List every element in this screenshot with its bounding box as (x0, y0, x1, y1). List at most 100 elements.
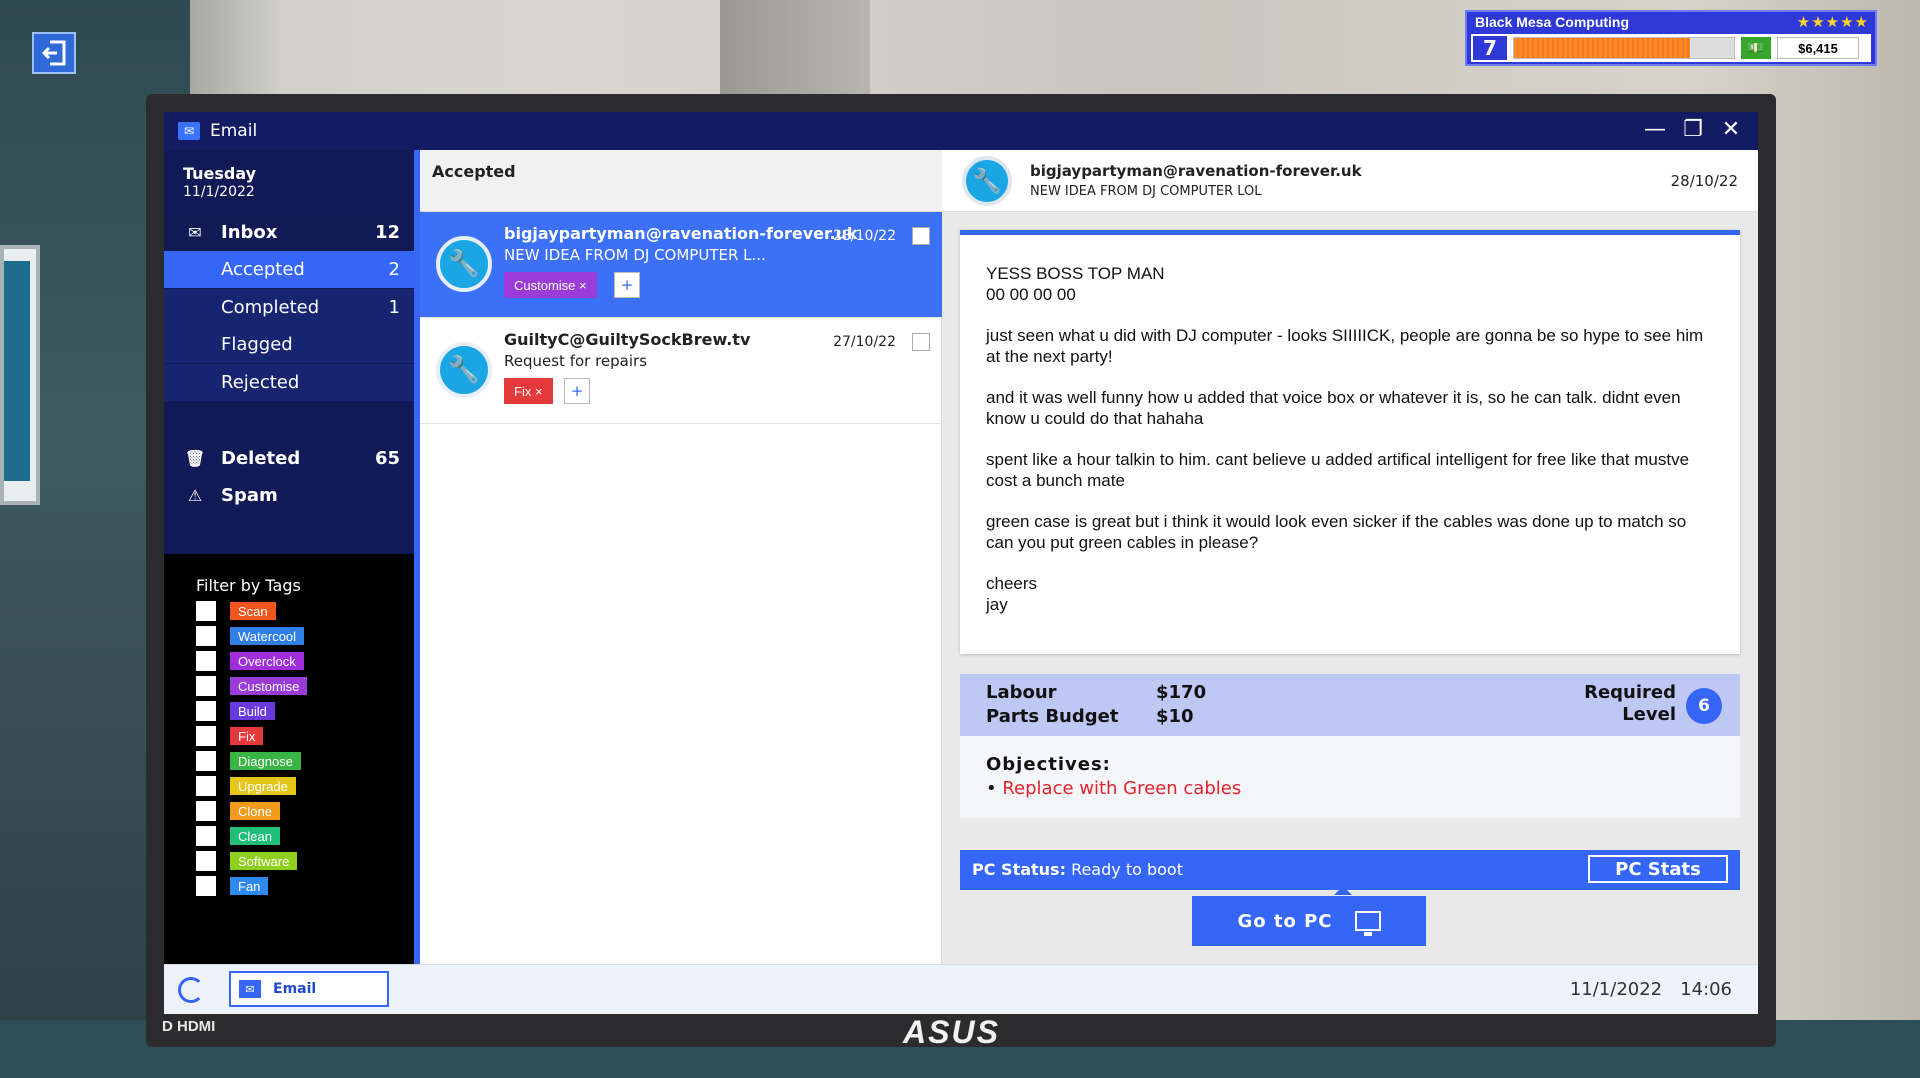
tag-checkbox[interactable] (196, 726, 216, 746)
taskbar-email-button[interactable]: ✉ Email (229, 971, 389, 1007)
cash-icon: 💵 (1741, 37, 1771, 59)
tag-chip-diagnose: Diagnose (230, 752, 301, 770)
body-paragraph: and it was well funny how u added that v… (986, 388, 1681, 428)
body-paragraph: cheers jay (986, 574, 1038, 614)
tag-chip-overclock: Overclock (230, 652, 304, 670)
tag-filter-row[interactable]: Upgrade (196, 775, 296, 797)
taskbar-time: 14:06 (1680, 979, 1732, 1000)
minimize-button[interactable]: — (1640, 117, 1670, 142)
tag-checkbox[interactable] (196, 626, 216, 646)
pc-status-bar: PC Status: Ready to boot PC Stats (960, 850, 1740, 890)
tag-filter-row[interactable]: Watercool (196, 625, 305, 647)
window-title: Email (210, 121, 258, 141)
message-checkbox[interactable] (912, 227, 930, 245)
message-body: YESS BOSS TOP MAN 00 00 00 00 just seen … (960, 230, 1740, 654)
tag-filter-row[interactable]: Clone (196, 800, 280, 822)
body-paragraph: just seen what u did with DJ computer - … (986, 326, 1704, 366)
player-level: 7 (1473, 36, 1507, 60)
exit-icon[interactable] (32, 32, 76, 74)
tag-filter-row[interactable]: Clean (196, 825, 280, 847)
company-name: Black Mesa Computing (1475, 14, 1630, 30)
objectives-box: Objectives: Replace with Green cables (960, 736, 1740, 818)
tag-chip-build: Build (230, 702, 275, 720)
body-paragraph: green case is great but i think it would… (986, 512, 1687, 552)
body-paragraph: spent like a hour talkin to him. cant be… (986, 450, 1690, 490)
tag-filter-row[interactable]: Overclock (196, 650, 304, 672)
sidebar-item-spam[interactable]: ⚠ Spam (164, 477, 414, 514)
level-label-text: Level (1622, 704, 1676, 725)
objective-item: Replace with Green cables (986, 778, 1241, 799)
sidebar-item-inbox[interactable]: ✉ Inbox 12 (164, 214, 414, 251)
message-sender: bigjaypartyman@ravenation-forever.uk (504, 224, 858, 243)
folder-label: Completed (221, 297, 320, 318)
close-button[interactable]: ✕ (1716, 117, 1746, 142)
tag-checkbox[interactable] (196, 701, 216, 721)
tag-filter-row[interactable]: Build (196, 700, 275, 722)
tag-filter-row[interactable]: Diagnose (196, 750, 301, 772)
start-icon[interactable] (178, 977, 204, 1003)
xp-bar (1513, 37, 1735, 59)
hud-row: 7 💵 $6,415 (1471, 34, 1871, 62)
message-checkbox[interactable] (912, 333, 930, 351)
rating-stars-icon: ★★★★★ (1796, 13, 1869, 31)
message-subject: NEW IDEA FROM DJ COMPUTER L... (504, 246, 766, 264)
tag-chip-customise[interactable]: Customise × (504, 272, 597, 298)
add-tag-button[interactable]: + (614, 272, 640, 298)
folder-count: 2 (388, 259, 400, 280)
tag-chip-fix[interactable]: Fix × (504, 378, 553, 404)
go-to-pc-button[interactable]: Go to PC (1192, 896, 1426, 946)
tag-checkbox[interactable] (196, 851, 216, 871)
taskbar-date: 11/1/2022 (1569, 979, 1663, 1000)
date-header: Tuesday 11/1/2022 (164, 150, 414, 214)
taskbar-clock: 11/1/2022 14:06 (1570, 979, 1732, 1000)
required-level-badge: 6 (1686, 688, 1722, 724)
tag-checkbox[interactable] (196, 601, 216, 621)
tag-chip-clean: Clean (230, 827, 280, 845)
tag-checkbox[interactable] (196, 676, 216, 696)
parts-budget-value: $10 (1156, 706, 1194, 727)
taskbar: ✉ Email 11/1/2022 14:06 (164, 964, 1758, 1014)
tag-checkbox[interactable] (196, 801, 216, 821)
folder-label: Spam (221, 485, 278, 506)
tag-filter-row[interactable]: Software (196, 850, 298, 872)
asus-logo: ASUS (903, 1014, 1000, 1050)
tag-checkbox[interactable] (196, 776, 216, 796)
xp-bar-fill (1514, 38, 1690, 58)
monitor-icon (1354, 911, 1381, 936)
folder-label: Rejected (221, 372, 300, 393)
message-sender: GuiltyC@GuiltySockBrew.tv (504, 330, 751, 349)
message-date: 28/10/22 (833, 228, 896, 244)
sidebar-item-rejected[interactable]: Rejected (164, 364, 414, 401)
add-tag-button[interactable]: + (564, 378, 590, 404)
folder-count: 65 (374, 448, 400, 469)
list-item[interactable]: 🔧 GuiltyC@GuiltySockBrew.tv Request for … (420, 318, 942, 424)
pc-stats-button[interactable]: PC Stats (1588, 855, 1728, 883)
go-to-pc-label: Go to PC (1237, 910, 1333, 932)
sidebar-item-accepted[interactable]: Accepted 2 (164, 251, 414, 288)
tag-checkbox[interactable] (196, 651, 216, 671)
trash-icon: 🗑 (184, 449, 206, 468)
tag-chip-watercool: Watercool (230, 627, 305, 645)
money-balance: $6,415 (1777, 37, 1859, 59)
required-label-text: Required (1584, 682, 1676, 703)
sidebar-item-deleted[interactable]: 🗑 Deleted 65 (164, 440, 414, 477)
tag-checkbox[interactable] (196, 826, 216, 846)
message-list: Accepted 🔧 bigjaypartyman@ravenation-for… (414, 150, 942, 964)
tag-checkbox[interactable] (196, 876, 216, 896)
tag-chip-clone: Clone (230, 802, 280, 820)
tag-checkbox[interactable] (196, 751, 216, 771)
email-icon: ✉ (178, 122, 200, 140)
body-paragraph: YESS BOSS TOP MAN 00 00 00 00 (986, 264, 1165, 304)
email-app-window: ✉ Email — ❐ ✕ Tuesday 11/1/2022 ✉ Inbox … (164, 112, 1758, 1014)
sidebar-item-flagged[interactable]: Flagged (164, 326, 414, 363)
folder-label: Inbox (221, 222, 278, 243)
list-item[interactable]: 🔧 bigjaypartyman@ravenation-forever.uk N… (420, 212, 942, 318)
tag-filter-row[interactable]: Scan (196, 600, 276, 622)
sidebar-item-completed[interactable]: Completed 1 (164, 289, 414, 326)
labour-label: Labour (986, 682, 1057, 703)
maximize-button[interactable]: ❐ (1678, 117, 1708, 142)
tag-filter-row[interactable]: Fix (196, 725, 264, 747)
tag-filter-row[interactable]: Customise (196, 675, 308, 697)
wrench-icon: 🔧 (962, 156, 1012, 206)
tag-filter-row[interactable]: Fan (196, 875, 269, 897)
